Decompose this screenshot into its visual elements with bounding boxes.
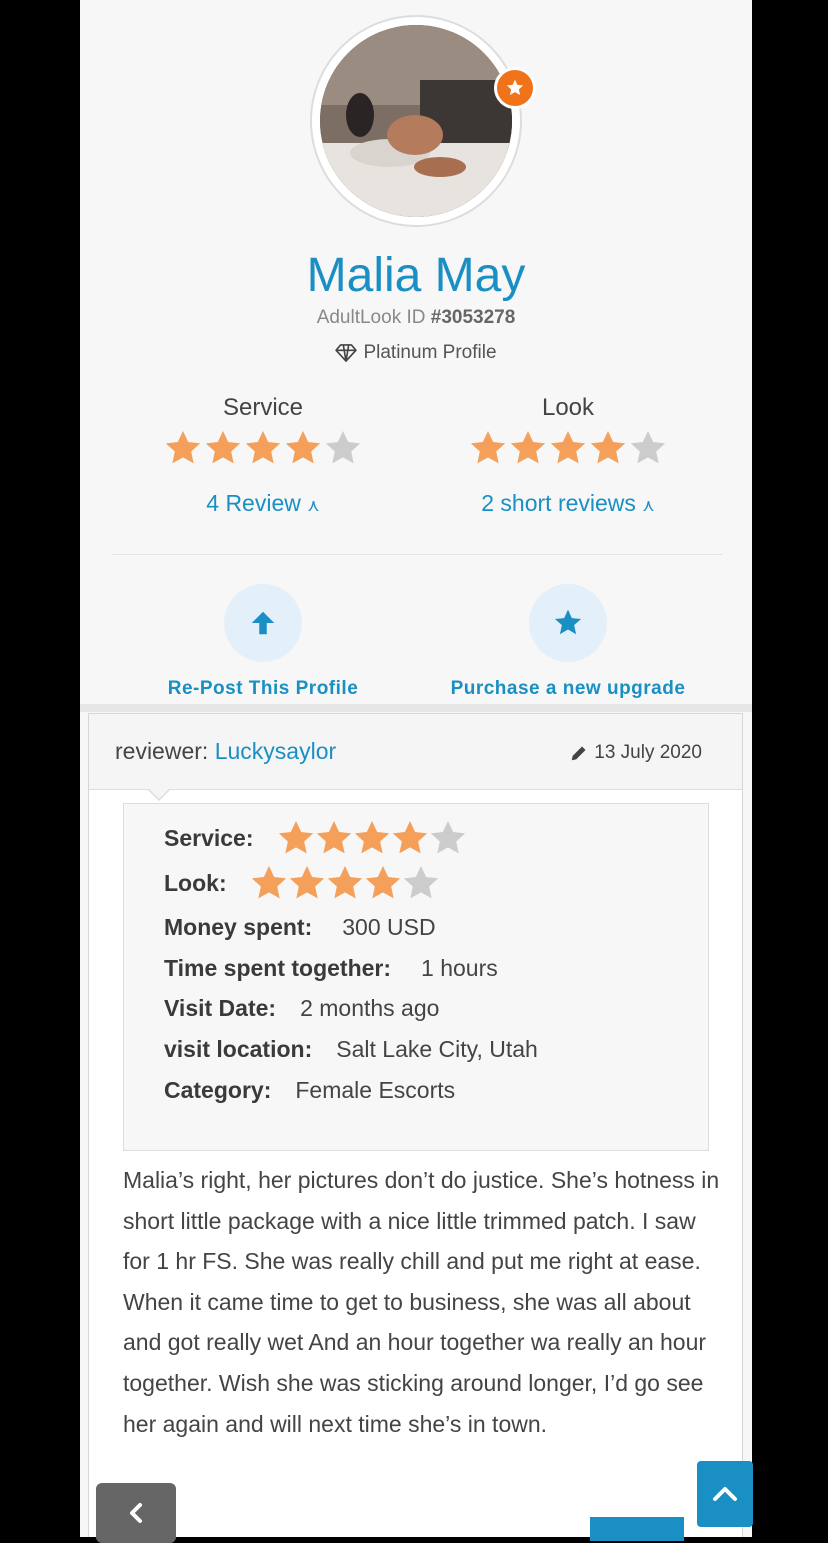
avatar-image bbox=[320, 25, 512, 217]
reviewer-name-link[interactable]: Luckysaylor bbox=[215, 738, 336, 764]
review-date: 13 July 2020 bbox=[570, 742, 702, 764]
profile-page: Malia May AdultLook ID #3053278 Platinum… bbox=[80, 0, 752, 1537]
detail-time: Time spent together: 1 hours bbox=[164, 955, 498, 982]
detail-look: Look: bbox=[164, 863, 439, 903]
repost-label: Re-Post This Profile bbox=[167, 678, 359, 699]
double-chevron-down-icon: ⋏ bbox=[642, 496, 655, 515]
look-rating: Look 2 short reviews ⋏ bbox=[458, 394, 678, 517]
look-rating-label: Look bbox=[541, 394, 595, 421]
arrow-up-icon bbox=[251, 611, 275, 635]
profile-id-label: AdultLook ID bbox=[316, 307, 426, 328]
profile-id: AdultLook ID #3053278 bbox=[80, 307, 752, 329]
scroll-top-button[interactable] bbox=[697, 1461, 753, 1527]
star-empty-icon bbox=[403, 866, 438, 899]
divider bbox=[112, 554, 722, 555]
star-filled-icon bbox=[590, 431, 626, 464]
star-filled-icon bbox=[165, 431, 201, 464]
star-filled-icon bbox=[278, 821, 313, 854]
detail-service-stars bbox=[276, 818, 466, 858]
reviewer: reviewer: Luckysaylor bbox=[115, 738, 336, 765]
chevron-up-icon bbox=[713, 1487, 737, 1501]
repost-button[interactable] bbox=[224, 584, 302, 662]
upgrade-label: Purchase a new upgrade bbox=[450, 678, 686, 699]
star-empty-icon bbox=[430, 821, 465, 854]
detail-location: visit location: Salt Lake City, Utah bbox=[164, 1036, 538, 1063]
service-rating: Service 4 Review ⋏ bbox=[153, 394, 373, 517]
star-icon bbox=[506, 79, 524, 95]
back-button[interactable] bbox=[96, 1483, 176, 1543]
upgrade-action[interactable]: Purchase a new upgrade bbox=[418, 584, 718, 700]
detail-money: Money spent: 300 USD bbox=[164, 914, 436, 941]
repost-action[interactable]: Re-Post This Profile bbox=[113, 584, 413, 700]
star-filled-icon bbox=[245, 431, 281, 464]
detail-money-label: Money spent: bbox=[164, 914, 313, 940]
detail-location-label: visit location: bbox=[164, 1036, 313, 1062]
review-text: Malia’s right, her pictures don’t do jus… bbox=[123, 1167, 720, 1437]
profile-tier-label: Platinum Profile bbox=[363, 342, 497, 363]
profile-name: Malia May bbox=[306, 249, 526, 302]
service-reviews-link-label: 4 Review bbox=[206, 490, 301, 516]
star-empty-icon bbox=[630, 431, 666, 464]
profile-id-value: #3053278 bbox=[430, 307, 516, 328]
review-header: reviewer: Luckysaylor 13 July 2020 bbox=[89, 714, 742, 790]
star-filled-icon bbox=[354, 821, 389, 854]
detail-time-label: Time spent together: bbox=[164, 955, 392, 981]
detail-category-value: Female Escorts bbox=[295, 1077, 456, 1103]
double-chevron-down-icon: ⋏ bbox=[307, 496, 320, 515]
review-details: Service: Look: Money spent: 300 USD Time… bbox=[123, 803, 709, 1151]
star-filled-icon bbox=[316, 821, 351, 854]
header-pointer bbox=[147, 788, 171, 801]
service-reviews-link[interactable]: 4 Review ⋏ bbox=[206, 490, 319, 517]
star-empty-icon bbox=[325, 431, 361, 464]
chevron-left-icon bbox=[130, 1503, 142, 1523]
star-filled-icon bbox=[205, 431, 241, 464]
detail-service: Service: bbox=[164, 818, 466, 858]
detail-category-label: Category: bbox=[164, 1077, 272, 1103]
avatar-frame bbox=[310, 15, 522, 227]
reviewer-prefix: reviewer: bbox=[115, 738, 209, 764]
pencil-icon bbox=[572, 746, 586, 761]
diamond-icon bbox=[335, 344, 358, 362]
star-filled-icon bbox=[251, 866, 286, 899]
detail-look-stars bbox=[249, 863, 439, 903]
detail-money-value: 300 USD bbox=[342, 914, 436, 940]
star-filled-icon bbox=[550, 431, 586, 464]
detail-visit-value: 2 months ago bbox=[300, 995, 440, 1021]
featured-badge bbox=[494, 67, 536, 109]
detail-visit: Visit Date: 2 months ago bbox=[164, 995, 439, 1022]
star-filled-icon bbox=[392, 821, 427, 854]
look-stars bbox=[458, 428, 678, 468]
profile-tier: Platinum Profile bbox=[80, 342, 752, 364]
star-filled-icon bbox=[285, 431, 321, 464]
detail-visit-label: Visit Date: bbox=[164, 995, 277, 1021]
star-filled-icon bbox=[289, 866, 324, 899]
detail-service-label: Service: bbox=[164, 824, 254, 851]
star-icon bbox=[554, 609, 582, 635]
review-card: reviewer: Luckysaylor 13 July 2020 Servi… bbox=[88, 713, 743, 1537]
look-reviews-link[interactable]: 2 short reviews ⋏ bbox=[481, 490, 655, 517]
detail-location-value: Salt Lake City, Utah bbox=[336, 1036, 538, 1062]
star-filled-icon bbox=[327, 866, 362, 899]
star-filled-icon bbox=[470, 431, 506, 464]
service-stars bbox=[153, 428, 373, 468]
upgrade-button[interactable] bbox=[529, 584, 607, 662]
review-date-value: 13 July 2020 bbox=[594, 742, 702, 763]
avatar[interactable] bbox=[320, 25, 512, 217]
star-filled-icon bbox=[365, 866, 400, 899]
detail-category: Category: Female Escorts bbox=[164, 1077, 455, 1104]
look-reviews-link-label: 2 short reviews bbox=[481, 490, 636, 516]
bottom-action-button[interactable] bbox=[590, 1517, 684, 1541]
detail-look-label: Look: bbox=[164, 869, 227, 896]
detail-time-value: 1 hours bbox=[421, 955, 498, 981]
service-rating-label: Service bbox=[222, 394, 304, 421]
section-separator bbox=[80, 704, 752, 712]
star-filled-icon bbox=[510, 431, 546, 464]
